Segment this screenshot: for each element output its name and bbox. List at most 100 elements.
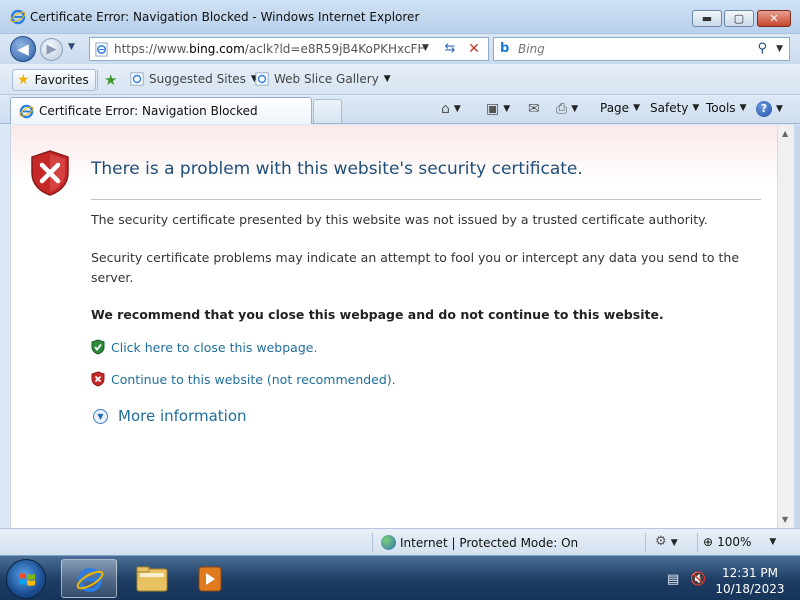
recommendation-text: We recommend that you close this webpage… (91, 307, 664, 322)
read-mail-button[interactable]: ✉ (528, 101, 540, 117)
close-webpage-link[interactable]: Click here to close this webpage. (91, 339, 317, 355)
refresh-button[interactable]: ⇆ (440, 40, 460, 58)
more-information-toggle[interactable]: ▼ More information (93, 407, 247, 425)
chevron-down-icon: ▼ (503, 104, 511, 114)
chevron-down-icon: ▼ (776, 104, 783, 114)
tab-certificate-error[interactable]: Certificate Error: Navigation Blocked (10, 97, 312, 124)
tab-row: Certificate Error: Navigation Blocked ⌂ ▼… (0, 95, 800, 124)
media-player-icon (198, 566, 222, 592)
tools-menu[interactable]: Tools ▼ (706, 101, 746, 115)
network-icon[interactable]: ▤ (667, 572, 679, 587)
title-bar: Certificate Error: Navigation Blocked - … (0, 0, 800, 34)
home-button[interactable]: ⌂ ▼ (441, 101, 461, 117)
volume-muted-icon[interactable]: 🔇 (690, 572, 706, 587)
status-divider (372, 533, 373, 552)
continue-to-website-link[interactable]: Continue to this website (not recommende… (91, 371, 396, 387)
clock-date: 10/18/2023 (715, 582, 785, 596)
page-menu-label: Page (600, 101, 630, 115)
chevron-down-icon: ▼ (571, 104, 579, 114)
internet-zone-icon (381, 535, 396, 550)
search-icon[interactable]: ⚲ (757, 41, 767, 56)
tab-label: Certificate Error: Navigation Blocked (39, 104, 258, 118)
help-icon: ? (756, 101, 772, 117)
close-button[interactable]: ✕ (757, 10, 791, 27)
home-icon: ⌂ (441, 101, 450, 117)
ie-icon (19, 104, 34, 119)
ie-page-icon (130, 72, 144, 86)
more-information-label: More information (118, 407, 247, 425)
minimize-icon: ▬ (701, 12, 713, 25)
refresh-icon: ⇆ (444, 41, 456, 56)
recent-pages-dropdown[interactable]: ▼ (68, 42, 75, 52)
green-shield-icon (91, 339, 105, 355)
rss-icon: ▣ (486, 101, 500, 117)
feeds-button[interactable]: ▣ ▼ (486, 101, 510, 117)
search-input[interactable]: Bing (518, 42, 545, 56)
status-divider (645, 533, 646, 552)
url-text[interactable]: https://www.bing.com/aclk?ld=e8R59jB4KoP… (114, 42, 424, 56)
suggested-sites-link[interactable]: Suggested Sites ▼ (130, 72, 258, 86)
maximize-button[interactable]: ▢ (724, 10, 754, 27)
chevron-down-icon: ▼ (769, 537, 777, 547)
system-clock[interactable]: 12:31 PM 10/18/2023 (712, 565, 788, 597)
start-button[interactable] (6, 559, 46, 599)
zoom-icon: ⊕ (703, 535, 714, 549)
page-content: There is a problem with this website's s… (10, 125, 777, 528)
continue-label: Continue to this website (not recommende… (111, 371, 396, 387)
vertical-scrollbar[interactable]: ▲ ▼ (777, 125, 794, 528)
tools-menu-label: Tools (706, 101, 736, 115)
chevron-down-icon: ▼ (739, 103, 747, 113)
back-button[interactable]: ◀ (10, 36, 36, 62)
red-shield-icon (91, 371, 105, 387)
gear-icon: ⚙ (655, 534, 667, 549)
stop-button[interactable]: ✕ (464, 40, 484, 58)
page-menu[interactable]: Page ▼ (600, 101, 640, 115)
internet-explorer-icon (76, 568, 104, 592)
minimize-button[interactable]: ▬ (692, 10, 722, 27)
chevron-down-icon: ▼ (453, 104, 461, 114)
favorites-star-icon: ★ (17, 72, 30, 88)
url-prefix: https://www. (114, 42, 190, 56)
page-title: There is a problem with this website's s… (91, 159, 583, 179)
error-shield-icon (31, 150, 69, 196)
taskbar-windows-explorer[interactable] (124, 559, 180, 598)
address-bar[interactable]: https://www.bing.com/aclk?ld=e8R59jB4KoP… (89, 37, 489, 61)
web-slice-gallery-link[interactable]: Web Slice Gallery ▼ (255, 72, 391, 86)
suggested-sites-label: Suggested Sites (149, 72, 246, 86)
mail-icon: ✉ (528, 101, 540, 117)
taskbar-internet-explorer[interactable] (61, 559, 117, 598)
favorites-bar: ★ Favorites ★ Suggested Sites ▼ Web Slic… (0, 64, 800, 95)
security-warning-text: Security certificate problems may indica… (91, 250, 740, 285)
print-button[interactable]: ⎙ ▼ (556, 101, 578, 117)
close-webpage-label: Click here to close this webpage. (111, 339, 318, 355)
folder-icon (136, 566, 168, 592)
page-icon (95, 42, 108, 57)
favorites-button[interactable]: ★ Favorites (12, 69, 96, 91)
help-button[interactable]: ? ▼ (756, 101, 783, 117)
safety-menu[interactable]: Safety ▼ (650, 101, 699, 115)
add-to-favorites-bar-icon[interactable]: ★ (104, 71, 117, 89)
taskbar-media-player[interactable] (183, 559, 239, 598)
safety-menu-label: Safety (650, 101, 689, 115)
taskbar: ▤ 🔇 12:31 PM 10/18/2023 (0, 555, 800, 600)
chevron-down-icon: ▼ (633, 103, 640, 113)
search-dropdown[interactable]: ▼ (776, 44, 783, 54)
address-dropdown[interactable]: ▼ (422, 43, 429, 53)
windows-logo-icon (19, 573, 35, 586)
scroll-down-icon[interactable]: ▼ (782, 515, 788, 524)
bing-logo-icon: b (500, 41, 510, 56)
favorites-divider (97, 70, 98, 90)
forward-button[interactable]: ▶ (40, 38, 63, 61)
zoom-control[interactable]: ⊕ 100% ▼ (703, 535, 776, 549)
search-box[interactable]: b Bing ⚲ ▼ (493, 37, 790, 61)
certificate-explanation: The security certificate presented by th… (91, 212, 708, 227)
web-slice-gallery-label: Web Slice Gallery (274, 72, 379, 86)
scroll-up-icon[interactable]: ▲ (782, 129, 788, 138)
status-bar: Internet | Protected Mode: On ⚙ ▼ ⊕ 100%… (0, 528, 800, 555)
chevron-down-icon: ▼ (383, 74, 391, 84)
stop-icon: ✕ (468, 41, 480, 57)
popup-blocker-button[interactable]: ⚙ ▼ (655, 534, 678, 549)
new-tab-button[interactable] (313, 99, 342, 123)
security-zone-text[interactable]: Internet | Protected Mode: On (400, 536, 578, 550)
ie-page-icon (255, 72, 269, 86)
